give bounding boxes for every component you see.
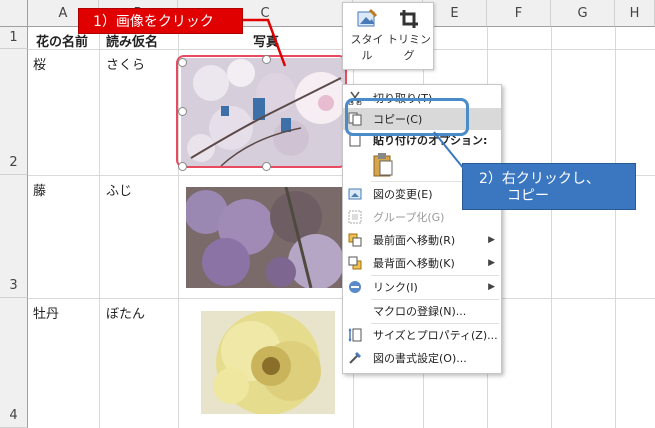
menu-item-bring-front[interactable]: 最前面へ移動(R) ▶	[343, 229, 501, 251]
submenu-arrow-icon: ▶	[488, 282, 495, 292]
menu-item-format-picture[interactable]: 図の書式設定(O)...	[343, 347, 501, 369]
menu-item-send-back[interactable]: 最背面へ移動(K) ▶	[343, 252, 501, 274]
row-header-2[interactable]: 2	[0, 49, 28, 175]
crop-icon	[387, 7, 431, 31]
wisteria-photo[interactable]	[186, 187, 346, 288]
menu-item-link-label: リンク(I)	[373, 281, 418, 294]
step2-callout: 2）右クリックし、 コピー	[462, 163, 636, 210]
step2-pointer	[433, 131, 469, 175]
menu-item-bring-front-label: 最前面へ移動(R)	[373, 234, 456, 247]
menu-item-change-picture-label: 図の変更(E)	[373, 188, 433, 201]
format-picture-icon	[347, 350, 363, 366]
link-icon	[347, 279, 363, 295]
column-header-h[interactable]: H	[615, 0, 655, 27]
style-button[interactable]: スタイ ル	[347, 7, 387, 65]
step2-callout-line2: コピー	[507, 188, 549, 204]
menu-item-size-properties[interactable]: サイズとプロパティ(Z)...	[343, 324, 501, 346]
cell-a4[interactable]: 牡丹	[33, 303, 59, 322]
column-header-g[interactable]: G	[551, 0, 615, 27]
cell-a3[interactable]: 藤	[33, 180, 46, 199]
row-header-1[interactable]: 1	[0, 27, 28, 49]
step2-callout-line1: 2）右クリックし、	[479, 171, 600, 187]
row-header-4[interactable]: 4	[0, 298, 28, 428]
size-properties-icon	[347, 327, 363, 343]
send-back-icon	[347, 255, 363, 271]
step1-pointer	[243, 18, 287, 67]
mini-toolbar: スタイ ル トリミング	[342, 2, 434, 70]
cell-b3[interactable]: ふじ	[106, 180, 132, 199]
resize-handle[interactable]	[178, 58, 187, 67]
select-all-corner[interactable]	[0, 0, 28, 27]
cell-a2[interactable]: 桜	[33, 54, 46, 73]
column-header-f[interactable]: F	[487, 0, 551, 27]
cell-b2[interactable]: さくら	[106, 54, 145, 73]
crop-button[interactable]: トリミング	[387, 7, 431, 65]
resize-handle[interactable]	[178, 107, 187, 116]
resize-handle[interactable]	[178, 162, 187, 171]
group-icon	[347, 209, 363, 225]
bring-front-icon	[347, 232, 363, 248]
menu-item-send-back-label: 最背面へ移動(K)	[373, 257, 455, 270]
cell-b4[interactable]: ぼたん	[106, 303, 145, 322]
menu-item-assign-macro-label: マクロの登録(N)...	[373, 305, 467, 318]
step1-callout: 1）画像をクリック	[78, 8, 243, 34]
menu-item-link[interactable]: リンク(I) ▶	[343, 276, 501, 298]
crop-label: トリミング	[387, 33, 431, 62]
menu-item-size-properties-label: サイズとプロパティ(Z)...	[373, 329, 498, 342]
row-header-3[interactable]: 3	[0, 175, 28, 298]
style-label-line1: スタイ	[350, 33, 384, 46]
submenu-arrow-icon: ▶	[488, 258, 495, 268]
menu-item-format-picture-label: 図の書式設定(O)...	[373, 352, 467, 365]
resize-handle[interactable]	[262, 162, 271, 171]
paste-icon[interactable]	[371, 152, 395, 178]
submenu-arrow-icon: ▶	[488, 235, 495, 245]
menu-item-group-label: グループ化(G)	[373, 211, 445, 224]
menu-item-assign-macro[interactable]: マクロの登録(N)...	[343, 300, 501, 322]
style-icon	[347, 7, 387, 31]
change-picture-icon	[347, 186, 363, 202]
selection-highlight-frame	[176, 55, 347, 168]
peony-photo[interactable]	[201, 311, 335, 414]
style-label-line2: ル	[361, 49, 373, 62]
